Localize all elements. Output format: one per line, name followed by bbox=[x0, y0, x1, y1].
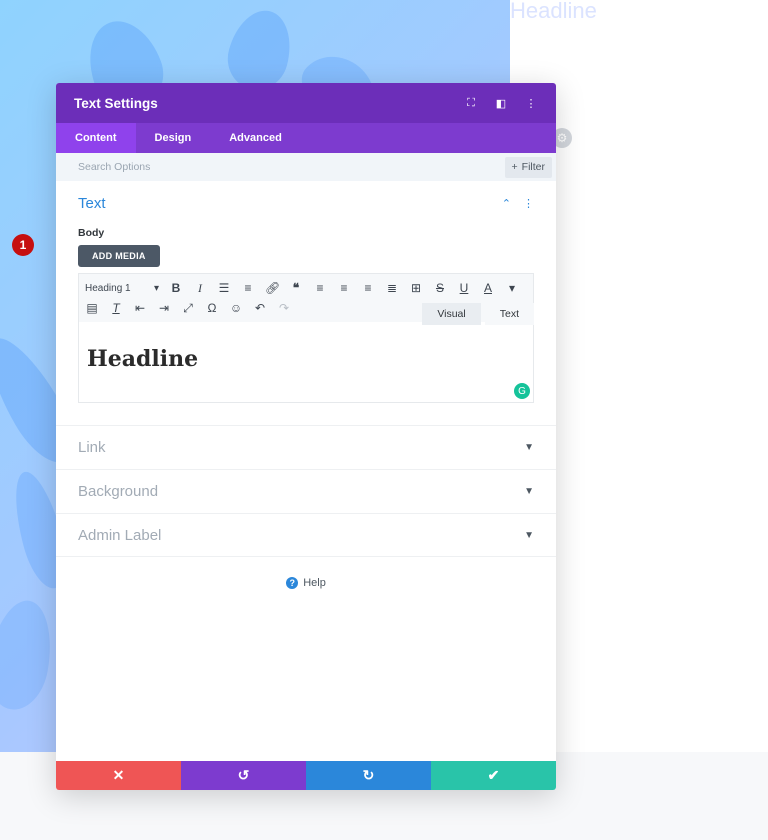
rich-text-editor: Heading 1 ▾ B I ☰ ≡ 🔗︎ ❝ ≡ ≡ ≡ ≣ ⊞ S U A… bbox=[78, 273, 534, 403]
align-right-icon[interactable]: ≡ bbox=[361, 281, 375, 295]
chevron-down-icon: ▼ bbox=[524, 442, 534, 453]
modal-footer: ✕ ↺ ↻ ✔ bbox=[56, 761, 556, 790]
chevron-down-icon: ▼ bbox=[524, 529, 534, 541]
help-link[interactable]: ? Help bbox=[56, 577, 556, 589]
numbered-list-icon[interactable]: ≡ bbox=[241, 281, 255, 295]
help-icon: ? bbox=[286, 577, 299, 589]
emoji-icon[interactable]: ☺ bbox=[229, 301, 243, 315]
filter-label: Filter bbox=[521, 161, 545, 173]
section-admin-label-title: Admin Label bbox=[78, 526, 162, 544]
section-background[interactable]: Background ▼ bbox=[56, 469, 556, 513]
chevron-down-icon: ▼ bbox=[524, 486, 534, 497]
section-link-title: Link bbox=[78, 439, 106, 456]
redo-button[interactable]: ↻ bbox=[306, 761, 431, 790]
editor-mode-tabs: Visual Text bbox=[422, 303, 534, 325]
search-bar: + Filter bbox=[56, 153, 556, 181]
tab-content[interactable]: Content bbox=[56, 123, 136, 153]
step-badge: 1 bbox=[12, 234, 34, 256]
text-color-icon[interactable]: A bbox=[481, 281, 495, 295]
add-media-button[interactable]: ADD MEDIA bbox=[78, 245, 160, 267]
format-select-value: Heading 1 bbox=[85, 282, 131, 294]
section-link[interactable]: Link ▼ bbox=[56, 425, 556, 469]
link-icon[interactable]: 🔗︎ bbox=[265, 281, 280, 295]
align-left-icon[interactable]: ≡ bbox=[313, 281, 327, 295]
bullet-list-icon[interactable]: ☰ bbox=[217, 281, 231, 295]
plus-icon: + bbox=[511, 161, 518, 173]
tab-text[interactable]: Text bbox=[484, 303, 534, 325]
caret-down-icon: ▾ bbox=[153, 282, 159, 294]
grammarly-icon[interactable]: G bbox=[514, 383, 530, 399]
undo-button[interactable]: ↺ bbox=[181, 761, 306, 790]
cancel-button[interactable]: ✕ bbox=[56, 761, 181, 790]
quote-icon[interactable]: ❝ bbox=[289, 281, 303, 295]
indent-icon[interactable]: ⇥ bbox=[157, 301, 171, 315]
align-justify-icon[interactable]: ≣ bbox=[385, 281, 399, 295]
editor-headline[interactable]: Headline bbox=[87, 346, 525, 372]
text-section: Text ⌃ ⋮ Body ADD MEDIA Heading 1 ▾ B I … bbox=[56, 181, 556, 403]
tab-visual[interactable]: Visual bbox=[422, 303, 481, 325]
table-icon[interactable]: ⊞ bbox=[409, 281, 423, 295]
modal-tabs: Content Design Advanced bbox=[56, 123, 556, 153]
underline-icon[interactable]: U bbox=[457, 281, 471, 295]
align-center-icon[interactable]: ≡ bbox=[337, 281, 351, 295]
strikethrough-icon[interactable]: S bbox=[433, 281, 447, 295]
text-section-title: Text bbox=[78, 194, 106, 212]
tab-design[interactable]: Design bbox=[136, 123, 211, 153]
clear-format-icon[interactable]: T bbox=[109, 301, 123, 315]
modal-header: Text Settings ⛶ ◧ ⋮ bbox=[56, 83, 556, 123]
section-more-icon[interactable]: ⋮ bbox=[523, 197, 534, 210]
editor-content-area[interactable]: Headline G bbox=[79, 322, 533, 402]
caret-down-icon[interactable]: ▾ bbox=[505, 281, 519, 295]
filter-button[interactable]: + Filter bbox=[504, 156, 552, 178]
undo-icon[interactable]: ↶ bbox=[253, 301, 267, 315]
section-admin-label[interactable]: Admin Label ▼ bbox=[56, 513, 556, 557]
expand-icon[interactable]: ⛶ bbox=[464, 97, 478, 110]
tab-advanced[interactable]: Advanced bbox=[210, 123, 301, 153]
body-label: Body bbox=[78, 227, 105, 239]
omega-icon[interactable]: Ω bbox=[205, 301, 219, 315]
outdent-icon[interactable]: ⇤ bbox=[133, 301, 147, 315]
background-headline: Headline bbox=[510, 0, 597, 23]
redo-icon[interactable]: ↷ bbox=[277, 301, 291, 315]
collapsed-sections: Link ▼ Background ▼ Admin Label ▼ bbox=[56, 425, 556, 557]
more-icon[interactable]: ⋮ bbox=[524, 97, 538, 110]
help-label: Help bbox=[303, 577, 326, 589]
sidebar-icon[interactable]: ◧ bbox=[494, 97, 508, 110]
text-settings-modal: Text Settings ⛶ ◧ ⋮ Content Design Advan… bbox=[56, 83, 556, 790]
search-input[interactable] bbox=[78, 161, 505, 173]
chevron-up-icon[interactable]: ⌃ bbox=[502, 197, 511, 210]
bold-icon[interactable]: B bbox=[169, 281, 183, 295]
section-background-title: Background bbox=[78, 483, 159, 500]
modal-title: Text Settings bbox=[74, 95, 158, 111]
paste-icon[interactable]: ▤ bbox=[85, 301, 99, 315]
fullscreen-icon[interactable]: ⤢ bbox=[181, 301, 195, 316]
save-button[interactable]: ✔ bbox=[431, 761, 556, 790]
text-section-header[interactable]: Text ⌃ ⋮ bbox=[78, 181, 534, 225]
format-select[interactable]: Heading 1 ▾ bbox=[85, 283, 159, 294]
italic-icon[interactable]: I bbox=[193, 281, 207, 296]
